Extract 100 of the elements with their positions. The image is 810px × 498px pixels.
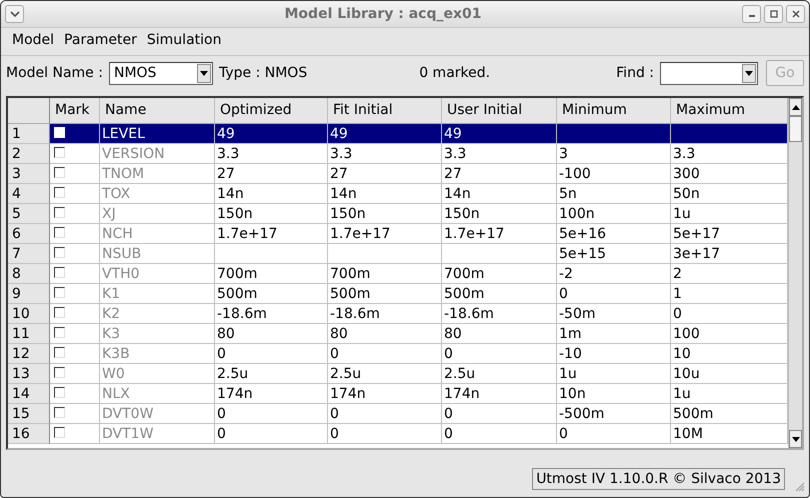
table-cell: 49 (328, 124, 442, 144)
mark-checkbox[interactable] (54, 347, 65, 358)
table-cell: 0 (557, 284, 671, 304)
table-row[interactable]: 1 LEVEL 49 49 49 (8, 124, 788, 144)
row-number: 8 (8, 264, 50, 284)
mark-checkbox[interactable] (54, 387, 65, 398)
close-button[interactable] (786, 5, 805, 23)
mark-checkbox[interactable] (54, 227, 65, 238)
resize-grip-icon[interactable] (793, 480, 805, 492)
row-number: 10 (8, 304, 50, 324)
table-cell: DVT1W (100, 424, 215, 444)
table-row[interactable]: 15 DVT0W 0 0 0 -500m 500m (8, 404, 788, 424)
table-cell: 2.5u (328, 364, 442, 384)
mark-checkbox[interactable] (54, 267, 65, 278)
scroll-thumb[interactable] (789, 116, 802, 142)
menu-item[interactable]: Model (12, 32, 54, 51)
scroll-up-icon[interactable] (789, 98, 802, 116)
row-number: 11 (8, 324, 50, 344)
table-cell: 14n (215, 184, 328, 204)
table-cell: 1.7e+17 (215, 224, 328, 244)
table-cell: 5n (557, 184, 671, 204)
table-cell: 0 (215, 344, 328, 364)
mark-checkbox[interactable] (54, 327, 65, 338)
table-cell: 0 (215, 424, 328, 444)
table-row[interactable]: 16 DVT1W 0 0 0 0 10M (8, 424, 788, 444)
mark-checkbox[interactable] (54, 207, 65, 218)
mark-checkbox[interactable] (54, 187, 65, 198)
table-cell: -100 (557, 164, 671, 184)
table-cell: 49 (215, 124, 328, 144)
status-bar: Utmost IV 1.10.0.R © Silvaco 2013 (532, 468, 785, 490)
table-row[interactable]: 9 K1 500m 500m 500m 0 1 (8, 284, 788, 304)
table-cell: K2 (100, 304, 215, 324)
scroll-down-icon[interactable] (789, 430, 802, 448)
table-cell: 5e+16 (557, 224, 671, 244)
table-cell: 0 (442, 344, 557, 364)
table-row[interactable]: 13 W0 2.5u 2.5u 2.5u 1u 10u (8, 364, 788, 384)
table-row[interactable]: 11 K3 80 80 80 1m 100 (8, 324, 788, 344)
table-row[interactable]: 10 K2 -18.6m -18.6m -18.6m -50m 0 (8, 304, 788, 324)
marked-count: 0 marked. (419, 65, 490, 81)
table-cell: 10n (557, 384, 671, 404)
table-cell: 500m (328, 284, 442, 304)
table-cell: K1 (100, 284, 215, 304)
find-dropdown[interactable] (660, 62, 758, 84)
table-cell: 700m (328, 264, 442, 284)
mark-checkbox[interactable] (54, 427, 65, 438)
table-cell: W0 (100, 364, 215, 384)
mark-checkbox[interactable] (54, 367, 65, 378)
table-cell: 80 (328, 324, 442, 344)
table-row[interactable]: 5 XJ 150n 150n 150n 100n 1u (8, 204, 788, 224)
mark-checkbox[interactable] (54, 407, 65, 418)
row-number: 4 (8, 184, 50, 204)
maximize-button[interactable] (764, 5, 783, 23)
table-cell: VTH0 (100, 264, 215, 284)
table-cell: 150n (328, 204, 442, 224)
table-row[interactable]: 7 NSUB 5e+15 3e+17 (8, 244, 788, 264)
table-cell: 0 (328, 344, 442, 364)
table-row[interactable]: 8 VTH0 700m 700m 700m -2 2 (8, 264, 788, 284)
table-cell: 0 (557, 424, 671, 444)
model-type-text: Type : NMOS (218, 65, 308, 81)
row-number: 5 (8, 204, 50, 224)
vertical-scrollbar[interactable] (788, 98, 802, 448)
maximize-icon (770, 10, 778, 18)
mark-checkbox[interactable] (54, 287, 65, 298)
table-cell: DVT0W (100, 404, 215, 424)
mark-checkbox[interactable] (54, 147, 65, 158)
table-row[interactable]: 4 TOX 14n 14n 14n 5n 50n (8, 184, 788, 204)
table-cell: 700m (215, 264, 328, 284)
caret-icon (742, 64, 756, 82)
row-number: 9 (8, 284, 50, 304)
table-cell: 3.3 (328, 144, 442, 164)
mark-checkbox[interactable] (54, 167, 65, 178)
table-cell: 1.7e+17 (328, 224, 442, 244)
table-row[interactable]: 12 K3B 0 0 0 -10 10 (8, 344, 788, 364)
row-number: 16 (8, 424, 50, 444)
table-cell: XJ (100, 204, 215, 224)
model-name-dropdown[interactable]: NMOS (108, 62, 213, 84)
row-number: 13 (8, 364, 50, 384)
caret-icon (196, 64, 211, 82)
row-number: 12 (8, 344, 50, 364)
table-row[interactable]: 3 TNOM 27 27 27 -100 300 (8, 164, 788, 184)
table-row[interactable]: 6 NCH 1.7e+17 1.7e+17 1.7e+17 5e+16 5e+17 (8, 224, 788, 244)
minimize-button[interactable] (742, 5, 761, 23)
table-cell: 3 (557, 144, 671, 164)
table-row[interactable]: 14 NLX 174n 174n 174n 10n 1u (8, 384, 788, 404)
window-menu-button[interactable] (5, 5, 24, 23)
table-cell: 700m (442, 264, 557, 284)
table-cell: 100n (557, 204, 671, 224)
menu-item[interactable]: Simulation (146, 32, 222, 51)
table-cell: -50m (557, 304, 671, 324)
mark-checkbox[interactable] (54, 307, 65, 318)
table-cell: NLX (100, 384, 215, 404)
table-cell: NCH (100, 224, 215, 244)
mark-checkbox[interactable] (54, 247, 65, 258)
table-row[interactable]: 2 VERSION 3.3 3.3 3.3 3 3.3 (8, 144, 788, 164)
table-cell: LEVEL (100, 124, 215, 144)
menu-item[interactable]: Parameter (64, 32, 137, 51)
table-cell: 80 (442, 324, 557, 344)
table-cell: NSUB (100, 244, 215, 264)
table-cell: TOX (100, 184, 215, 204)
table-cell: 14n (328, 184, 442, 204)
